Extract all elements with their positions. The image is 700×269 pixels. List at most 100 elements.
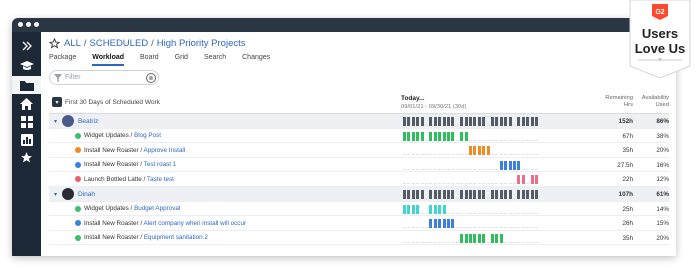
timeline-bar[interactable] — [433, 219, 437, 229]
timeline-bar[interactable] — [407, 117, 411, 126]
timeline-bar[interactable] — [403, 204, 406, 214]
expand-all-icon[interactable]: ▾ — [52, 97, 62, 107]
timeline-bar[interactable] — [504, 117, 508, 126]
timeline-bar[interactable] — [433, 189, 437, 199]
timeline-bar[interactable] — [535, 175, 538, 185]
task-row[interactable]: Launch Bottled Latte / Taste test 22h 12% — [49, 172, 669, 187]
collapse-chevron-icon[interactable]: ▾ — [54, 191, 57, 198]
task-link[interactable]: Alert company when install will occur — [144, 220, 247, 227]
task-link[interactable]: Equipment sanitation 2 — [144, 234, 208, 241]
timeline-bar[interactable] — [469, 189, 472, 199]
timeline-bar[interactable] — [517, 160, 521, 170]
task-link[interactable]: Budget Approval — [134, 205, 180, 212]
grid-icon[interactable] — [19, 114, 34, 129]
timeline-bar[interactable] — [429, 117, 433, 126]
availability-used-header[interactable]: Availability Used — [635, 95, 669, 109]
timeline-bar[interactable] — [416, 117, 420, 126]
timeline-bar[interactable] — [530, 175, 534, 185]
timeline-bar[interactable] — [517, 117, 521, 126]
timeline-bar[interactable] — [469, 117, 472, 126]
report-icon[interactable] — [19, 132, 34, 147]
collapse-icon[interactable] — [19, 38, 34, 53]
breadcrumb-scheduled[interactable]: SCHEDULED — [90, 38, 149, 49]
timeline-bar[interactable] — [469, 233, 472, 243]
timeline-bar[interactable] — [482, 189, 486, 199]
timeline-bar[interactable] — [447, 117, 450, 126]
timeline-bar[interactable] — [403, 131, 406, 141]
timeline-bar[interactable] — [499, 160, 503, 170]
timeline-bar[interactable] — [438, 219, 442, 229]
timeline-bar[interactable] — [411, 117, 415, 126]
home-icon[interactable] — [19, 96, 34, 111]
timeline-bar[interactable] — [416, 204, 420, 214]
timeline-bar[interactable] — [513, 160, 516, 170]
timeline-bar[interactable] — [473, 189, 477, 199]
timeline-bar[interactable] — [486, 146, 490, 156]
breadcrumb-project[interactable]: High Priority Projects — [157, 38, 246, 49]
timeline-bar[interactable] — [429, 204, 433, 214]
timeline-bar[interactable] — [433, 204, 437, 214]
timeline-bar[interactable] — [477, 146, 481, 156]
timeline-bar[interactable] — [517, 175, 521, 185]
tab-package[interactable]: Package — [49, 54, 76, 66]
timeline-bar[interactable] — [508, 189, 512, 199]
timeline-bar[interactable] — [517, 189, 521, 199]
timeline-bar[interactable] — [447, 189, 450, 199]
filter-input[interactable]: Filter ⊗ — [49, 70, 159, 85]
timeline-bar[interactable] — [407, 131, 411, 141]
timeline-bar[interactable] — [482, 233, 486, 243]
timeline-bar[interactable] — [477, 189, 481, 199]
tab-workload[interactable]: Workload — [92, 54, 125, 66]
timeline-bar[interactable] — [451, 219, 455, 229]
timeline-bar[interactable] — [499, 117, 503, 126]
timeline-bar[interactable] — [526, 117, 530, 126]
graduation-cap-icon[interactable] — [19, 58, 34, 73]
favorite-star-icon[interactable] — [49, 38, 60, 49]
collapse-chevron-icon[interactable]: ▾ — [54, 118, 57, 125]
person-row[interactable]: ▾ Beatriz 152h 86% — [49, 114, 669, 129]
timeline-bar[interactable] — [451, 189, 455, 199]
timeline-bar[interactable] — [469, 146, 472, 156]
task-link[interactable]: Taste test — [147, 176, 174, 183]
timeline-bar[interactable] — [407, 204, 411, 214]
timeline-bar[interactable] — [535, 117, 538, 126]
timeline-bar[interactable] — [411, 204, 415, 214]
timeline-bar[interactable] — [442, 189, 446, 199]
timeline-bar[interactable] — [438, 131, 442, 141]
timeline-bar[interactable] — [464, 233, 468, 243]
timeline-bar[interactable] — [521, 175, 525, 185]
timeline-bar[interactable] — [491, 117, 494, 126]
timeline-bar[interactable] — [442, 131, 446, 141]
timeline-bar[interactable] — [495, 189, 499, 199]
tab-board[interactable]: Board — [140, 54, 159, 66]
window-dot-2[interactable] — [26, 22, 31, 27]
task-row[interactable]: Install New Roaster / Equipment sanitati… — [49, 231, 669, 246]
timeline-bar[interactable] — [420, 117, 424, 126]
timeline-bar[interactable] — [530, 117, 534, 126]
timeline-bar[interactable] — [433, 131, 437, 141]
breadcrumb-all[interactable]: ALL — [64, 38, 81, 49]
timeline-bar[interactable] — [442, 117, 446, 126]
timeline-bar[interactable] — [442, 204, 446, 214]
timeline-bar[interactable] — [420, 189, 424, 199]
window-dot-3[interactable] — [34, 22, 39, 27]
timeline-bar[interactable] — [464, 131, 468, 141]
timeline-bar[interactable] — [451, 117, 455, 126]
tab-search[interactable]: Search — [204, 54, 226, 66]
timeline-bar[interactable] — [521, 189, 525, 199]
timeline-bar[interactable] — [460, 233, 464, 243]
timeline-bar[interactable] — [491, 189, 494, 199]
clear-filter-icon[interactable]: ⊗ — [146, 73, 156, 83]
timeline-bar[interactable] — [411, 189, 415, 199]
folder-icon[interactable] — [12, 76, 41, 94]
task-row[interactable]: Widget Updates / Blog Post 67h 38% — [49, 129, 669, 144]
person-name[interactable]: Dinah — [78, 191, 95, 198]
timeline-bar[interactable] — [477, 233, 481, 243]
timeline-bar[interactable] — [473, 146, 477, 156]
timeline-bar[interactable] — [477, 117, 481, 126]
task-link[interactable]: Test roast 1 — [144, 161, 177, 168]
task-row[interactable]: Install New Roaster / Approve Install 35h… — [49, 143, 669, 158]
timeline-bar[interactable] — [411, 131, 415, 141]
star-icon[interactable] — [19, 150, 34, 165]
timeline-bar[interactable] — [464, 117, 468, 126]
